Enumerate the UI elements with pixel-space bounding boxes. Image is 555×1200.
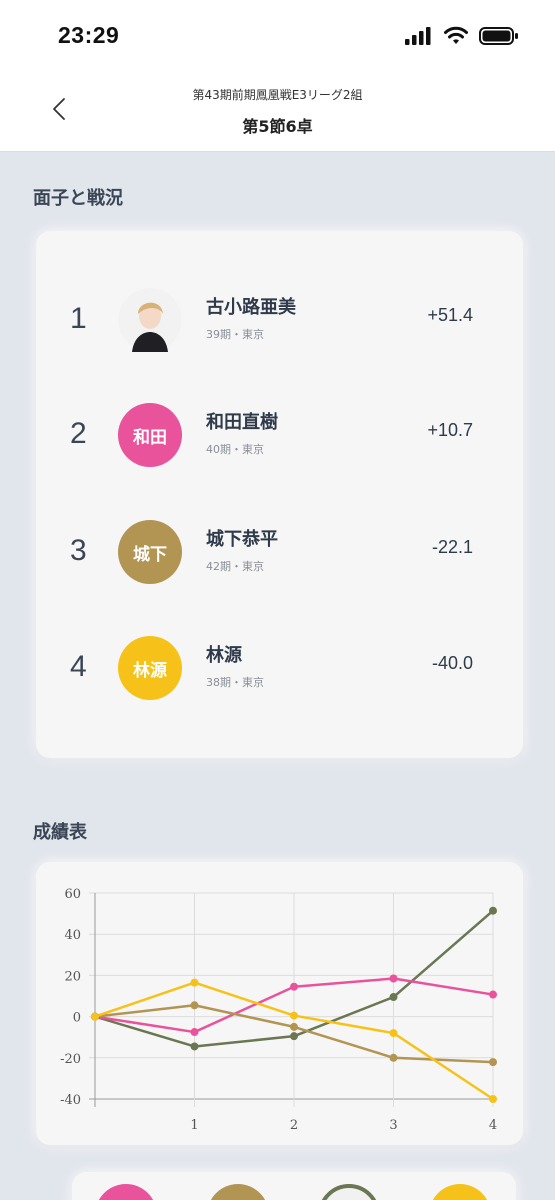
x-tick-label: 4	[489, 1118, 497, 1133]
player-row[interactable]: 1 古小路亜美 39期・東京 +51.4	[36, 286, 523, 356]
series-point	[489, 990, 497, 999]
nav-bar: 第43期前期鳳凰戦E3リーグ2組 第5節6卓	[0, 70, 555, 152]
player-meta: 38期・東京	[206, 676, 264, 689]
battery-icon	[479, 27, 518, 45]
series-point	[489, 1058, 497, 1067]
player-meta: 40期・東京	[206, 443, 264, 456]
standings-section-title: 面子と戦況	[33, 188, 123, 209]
y-tick-label: 40	[64, 928, 81, 943]
line-chart: 60 40 20 0 -20 -40 1 2 3 4	[60, 887, 497, 1133]
player-meta: 39期・東京	[206, 328, 264, 341]
player-rank: 4	[70, 650, 87, 683]
player-row[interactable]: 2 和田 和田直樹 40期・東京 +10.7	[36, 401, 523, 471]
series-point	[190, 1001, 199, 1010]
results-section-title: 成績表	[33, 822, 87, 843]
series-point	[190, 1028, 199, 1037]
legend-avatar[interactable]	[429, 1184, 491, 1200]
player-row[interactable]: 4 林源 林源 38期・東京 -40.0	[36, 634, 523, 704]
series-point	[290, 1022, 298, 1031]
x-tick-label: 3	[389, 1118, 397, 1133]
legend-avatar[interactable]	[318, 1184, 380, 1200]
series-point	[389, 974, 398, 983]
player-avatar: 城下	[118, 520, 182, 584]
player-rank: 1	[70, 302, 87, 335]
league-subtitle: 第43期前期鳳凰戦E3リーグ2組	[192, 88, 363, 102]
series-point	[389, 1053, 398, 1062]
legend-avatar[interactable]	[95, 1184, 157, 1200]
x-tick-label: 2	[290, 1118, 298, 1133]
player-avatar: 林源	[118, 636, 182, 700]
y-tick-label: 60	[64, 887, 81, 902]
player-avatar-photo	[118, 288, 182, 352]
legend-avatar[interactable]	[207, 1184, 269, 1200]
series-point	[91, 1012, 99, 1021]
player-score: +10.7	[427, 420, 473, 440]
series-point	[389, 993, 398, 1002]
player-name: 和田直樹	[206, 412, 278, 433]
series-point	[489, 906, 497, 915]
player-score: -22.1	[431, 537, 473, 557]
status-time: 23:29	[58, 22, 120, 48]
results-chart-card: 60 40 20 0 -20 -40 1 2 3 4	[36, 862, 523, 1145]
signal-icon	[405, 27, 431, 45]
player-score: +51.4	[427, 305, 473, 325]
status-icons	[405, 26, 519, 46]
y-tick-label: -40	[60, 1093, 81, 1108]
legend-card	[72, 1172, 516, 1200]
series-point	[290, 982, 298, 991]
player-name: 城下恭平	[206, 529, 278, 550]
y-tick-label: 0	[73, 1011, 81, 1026]
status-bar: 23:29	[0, 0, 555, 70]
player-score: -40.0	[431, 653, 473, 673]
series-point	[389, 1029, 398, 1038]
player-name: 古小路亜美	[206, 297, 296, 318]
y-tick-label: -20	[60, 1052, 81, 1067]
series-point	[290, 1032, 298, 1041]
player-row[interactable]: 3 城下 城下恭平 42期・東京 -22.1	[36, 518, 523, 588]
page-title: 第5節6卓	[242, 117, 313, 136]
player-avatar: 和田	[118, 403, 182, 467]
y-tick-label: 20	[64, 969, 81, 984]
standings-card: 1 古小路亜美 39期・東京 +51.4 2 和田 和田直樹 40期・東京 +1…	[36, 231, 523, 758]
player-name: 林源	[206, 645, 242, 666]
series-point	[290, 1011, 298, 1020]
series-point	[489, 1095, 497, 1103]
x-tick-label: 1	[190, 1118, 198, 1133]
player-photo-icon	[118, 288, 182, 352]
player-rank: 3	[70, 534, 87, 567]
player-meta: 42期・東京	[206, 560, 264, 573]
series-point	[190, 1042, 199, 1051]
player-rank: 2	[70, 417, 87, 450]
wifi-icon	[444, 26, 468, 44]
series-point	[190, 978, 199, 987]
